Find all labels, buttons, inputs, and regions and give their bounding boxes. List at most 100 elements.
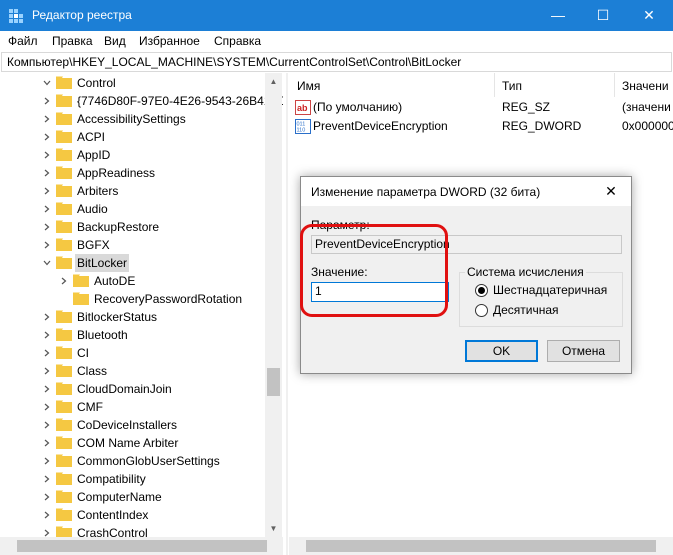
tree-item-label: CI [77, 346, 89, 360]
value-data: (значени [622, 100, 671, 114]
tree-item[interactable]: AppReadiness [0, 164, 265, 182]
chevron-right-icon[interactable] [43, 385, 51, 393]
tree-item[interactable]: Compatibility [0, 470, 265, 488]
folder-icon [56, 346, 72, 359]
tree-item-label: BitLocker [75, 254, 130, 272]
tree-item[interactable]: AccessibilitySettings [0, 110, 265, 128]
chevron-right-icon[interactable] [43, 403, 51, 411]
chevron-right-icon[interactable] [43, 457, 51, 465]
radio-hexadecimal[interactable] [475, 284, 488, 297]
column-divider[interactable] [614, 73, 615, 97]
tree-scroll-thumb[interactable] [267, 368, 280, 396]
chevron-right-icon[interactable] [43, 97, 51, 105]
tree-item[interactable]: ContentIndex [0, 506, 265, 524]
maximize-button[interactable]: ☐ [580, 0, 626, 31]
column-value[interactable]: Значени [622, 79, 669, 93]
chevron-right-icon[interactable] [43, 205, 51, 213]
chevron-right-icon[interactable] [43, 223, 51, 231]
dialog-title: Изменение параметра DWORD (32 бита) [311, 185, 541, 199]
chevron-right-icon[interactable] [43, 421, 51, 429]
chevron-right-icon[interactable] [43, 241, 51, 249]
chevron-right-icon[interactable] [43, 493, 51, 501]
cancel-button[interactable]: Отмена [547, 340, 620, 362]
chevron-right-icon[interactable] [60, 277, 68, 285]
menu-edit[interactable]: Правка [52, 34, 93, 48]
list-row-default[interactable]: ab (По умолчанию) REG_SZ (значени [289, 98, 673, 117]
tree-item[interactable]: AppID [0, 146, 265, 164]
tree-item[interactable]: Audio [0, 200, 265, 218]
chevron-right-icon[interactable] [43, 475, 51, 483]
folder-icon [56, 220, 72, 233]
chevron-right-icon[interactable] [43, 313, 51, 321]
tree-item[interactable]: CI [0, 344, 265, 362]
folder-icon [56, 76, 72, 89]
tree-item[interactable]: Control [0, 74, 265, 92]
ok-button[interactable]: OK [465, 340, 538, 362]
radio-dec-label[interactable]: Десятичная [493, 303, 559, 317]
tree-item[interactable]: BitlockerStatus [0, 308, 265, 326]
address-bar[interactable]: Компьютер\HKEY_LOCAL_MACHINE\SYSTEM\Curr… [1, 52, 672, 72]
chevron-right-icon[interactable] [43, 115, 51, 123]
chevron-right-icon[interactable] [43, 187, 51, 195]
folder-icon [56, 202, 72, 215]
list-row-preventdeviceencryption[interactable]: 011 110 PreventDeviceEncryption REG_DWOR… [289, 117, 673, 136]
base-groupbox [459, 272, 623, 327]
list-hscroll-thumb[interactable] [306, 540, 656, 552]
menu-view[interactable]: Вид [104, 34, 126, 48]
tree-item[interactable]: Class [0, 362, 265, 380]
chevron-right-icon[interactable] [43, 529, 51, 537]
column-divider[interactable] [494, 73, 495, 97]
menu-help[interactable]: Справка [214, 34, 261, 48]
tree-hscroll-thumb[interactable] [17, 540, 267, 552]
value-type: REG_SZ [502, 100, 551, 114]
tree-item[interactable]: COM Name Arbiter [0, 434, 265, 452]
chevron-right-icon[interactable] [43, 511, 51, 519]
tree-item[interactable]: BGFX [0, 236, 265, 254]
chevron-down-icon[interactable] [43, 259, 51, 267]
dialog-close-button[interactable]: ✕ [591, 177, 631, 206]
pane-splitter[interactable] [286, 73, 288, 555]
tree-horizontal-scrollbar[interactable] [0, 537, 283, 555]
menu-file[interactable]: Файл [8, 34, 38, 48]
folder-icon [56, 184, 72, 197]
close-button[interactable]: ✕ [626, 0, 672, 31]
chevron-right-icon[interactable] [43, 133, 51, 141]
tree-item[interactable]: BitLocker [0, 254, 265, 272]
window-titlebar: Редактор реестра — ☐ ✕ [0, 0, 673, 31]
folder-icon [73, 274, 89, 287]
value-name: (По умолчанию) [313, 100, 403, 114]
tree-vertical-scrollbar[interactable]: ▲ ▼ [265, 73, 282, 537]
tree-item-label: BGFX [77, 238, 110, 252]
chevron-down-icon[interactable] [43, 79, 51, 87]
tree-item[interactable]: ACPI [0, 128, 265, 146]
column-name[interactable]: Имя [297, 79, 320, 93]
chevron-right-icon[interactable] [43, 349, 51, 357]
tree-item[interactable]: RecoveryPasswordRotation [0, 290, 265, 308]
tree-item[interactable]: ComputerName [0, 488, 265, 506]
chevron-right-icon[interactable] [43, 439, 51, 447]
radio-decimal[interactable] [475, 304, 488, 317]
folder-icon [73, 292, 89, 305]
menu-favorites[interactable]: Избранное [139, 34, 200, 48]
tree-item[interactable]: Arbiters [0, 182, 265, 200]
chevron-right-icon[interactable] [43, 169, 51, 177]
regedit-app-icon [9, 9, 23, 23]
radio-hex-label[interactable]: Шестнадцатеричная [493, 283, 607, 297]
tree-item[interactable]: Bluetooth [0, 326, 265, 344]
tree-item-label: RecoveryPasswordRotation [94, 292, 243, 306]
chevron-right-icon[interactable] [43, 331, 51, 339]
tree-item[interactable]: CMF [0, 398, 265, 416]
tree-item[interactable]: AutoDE [0, 272, 265, 290]
tree-item[interactable]: CommonGlobUserSettings [0, 452, 265, 470]
minimize-button[interactable]: — [535, 0, 581, 31]
chevron-right-icon[interactable] [43, 367, 51, 375]
tree-item[interactable]: BackupRestore [0, 218, 265, 236]
scroll-up-icon[interactable]: ▲ [265, 73, 282, 90]
list-horizontal-scrollbar[interactable] [289, 537, 673, 555]
chevron-right-icon[interactable] [43, 151, 51, 159]
tree-item[interactable]: CloudDomainJoin [0, 380, 265, 398]
scroll-down-icon[interactable]: ▼ [265, 520, 282, 537]
tree-item[interactable]: {7746D80F-97E0-4E26-9543-26B41FC [0, 92, 283, 110]
column-type[interactable]: Тип [502, 79, 522, 93]
tree-item[interactable]: CoDeviceInstallers [0, 416, 265, 434]
